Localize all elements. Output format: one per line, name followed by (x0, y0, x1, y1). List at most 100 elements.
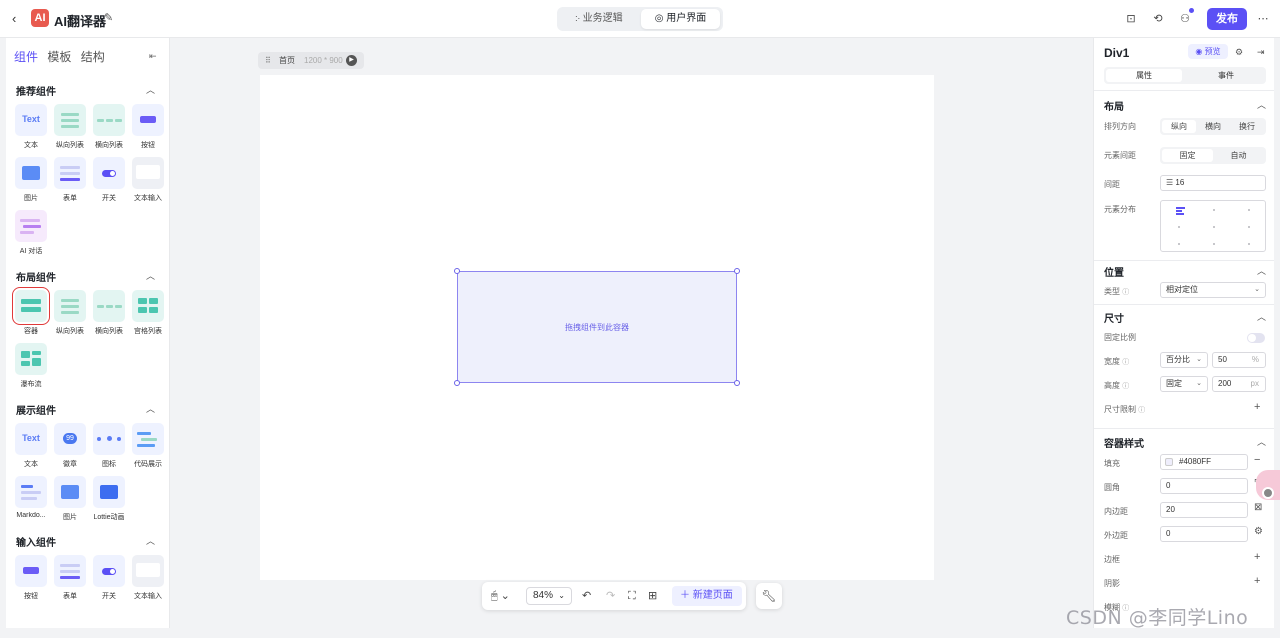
component-switch[interactable]: 开关 (91, 157, 127, 203)
fixed-ratio-switch[interactable] (1247, 333, 1265, 343)
mouse-mode-icon[interactable]: 🖱︎ ⌄ (491, 588, 510, 604)
chevron-up-icon[interactable]: ︿ (1257, 264, 1266, 277)
component-horizontal-list[interactable]: 横向列表 (91, 290, 127, 336)
padding-sides-icon[interactable]: ⊠ (1254, 502, 1262, 513)
add-size-limit-icon[interactable]: + (1254, 401, 1260, 413)
play-icon[interactable]: ▶ (346, 55, 357, 66)
width-value: 50 (1218, 355, 1227, 364)
width-mode-select[interactable]: 百分比 ⌄ (1160, 352, 1208, 368)
width-input[interactable]: 50% (1212, 352, 1266, 368)
gap-input[interactable]: ☰ 16 (1160, 175, 1266, 191)
component-waterfall[interactable]: 瀑布流 (13, 343, 49, 389)
chevron-up-icon[interactable]: ︿ (146, 83, 155, 96)
wrench-icon[interactable]: 🔧︎ (756, 583, 782, 609)
preview-button[interactable]: ◉ 预览 (1188, 44, 1228, 59)
chevron-up-icon[interactable]: ︿ (1257, 310, 1266, 323)
tab-business-logic[interactable]: ჻ 业务逻辑 (560, 9, 638, 29)
align-top-left-icon[interactable] (1176, 207, 1185, 215)
direction-wrap[interactable]: 换行 (1230, 120, 1264, 133)
component-label: 图标 (102, 461, 116, 468)
user-icon[interactable]: ⚇ (1177, 11, 1193, 27)
component-vertical-list[interactable]: 纵向列表 (52, 104, 88, 150)
remove-fill-icon[interactable]: − (1254, 454, 1260, 466)
save-icon[interactable]: ⊡ (1123, 11, 1139, 27)
redo-icon[interactable]: ↷ (606, 588, 615, 604)
component-text[interactable]: Text 文本 (13, 104, 49, 150)
grid-icon[interactable]: ⊞ (648, 588, 657, 604)
color-swatch[interactable] (1165, 458, 1173, 466)
history-icon[interactable]: ⟲ (1150, 11, 1166, 27)
back-icon[interactable]: ‹ (12, 11, 16, 26)
settings-icon[interactable]: ⚙ (1235, 47, 1243, 58)
direction-horizontal[interactable]: 横向 (1196, 120, 1230, 133)
tab-components[interactable]: 组件 (14, 48, 38, 65)
spacing-auto[interactable]: 自动 (1213, 149, 1264, 162)
drag-handle-icon[interactable]: ⠿ (265, 52, 271, 69)
component-markdown[interactable]: Markdo... (13, 476, 49, 519)
component-text-input[interactable]: 文本输入 (130, 555, 166, 601)
padding-input[interactable]: 20 (1160, 502, 1248, 518)
view-switcher: ჻ 业务逻辑 ◎ 用户界面 (557, 7, 723, 31)
component-code-display[interactable]: 代码展示 (130, 423, 166, 469)
tab-user-interface[interactable]: ◎ 用户界面 (641, 9, 720, 29)
add-border-icon[interactable]: + (1254, 551, 1260, 563)
collapse-panel-icon[interactable]: ⇤ (149, 51, 157, 62)
fill-input[interactable]: #4080FF (1160, 454, 1248, 470)
tab-structure[interactable]: 结构 (81, 48, 105, 65)
tab-properties[interactable]: 属性 (1106, 69, 1182, 82)
component-icon[interactable]: 图标 (91, 423, 127, 469)
radius-input[interactable]: 0 (1160, 478, 1248, 494)
margin-sides-icon[interactable]: ⚙ (1254, 526, 1263, 537)
publish-button[interactable]: 发布 (1207, 8, 1247, 30)
direction-vertical[interactable]: 纵向 (1162, 120, 1196, 133)
component-container[interactable]: 容器 (12, 287, 50, 336)
height-mode-select[interactable]: 固定 ⌄ (1160, 376, 1208, 392)
assistant-float-widget[interactable] (1256, 470, 1280, 500)
resize-handle[interactable] (454, 268, 460, 274)
component-label: Lottie动画 (93, 514, 125, 521)
edit-title-icon[interactable]: ✎ (104, 11, 113, 24)
page-chip[interactable]: ⠿ 首页 1200 * 900 ▶ (258, 52, 364, 69)
position-type-select[interactable]: 相对定位 ⌄ (1160, 282, 1266, 298)
margin-input[interactable]: 0 (1160, 526, 1248, 542)
tab-templates[interactable]: 模板 (47, 48, 71, 65)
chevron-up-icon[interactable]: ︿ (146, 269, 155, 282)
component-vertical-list[interactable]: 纵向列表 (52, 290, 88, 336)
component-image[interactable]: 图片 (13, 157, 49, 203)
component-form[interactable]: 表单 (52, 555, 88, 601)
section-title-input: 输入组件 (16, 538, 56, 549)
chevron-up-icon[interactable]: ︿ (1257, 435, 1266, 448)
tab-events[interactable]: 事件 (1188, 69, 1264, 82)
zoom-select[interactable]: 84% ⌄ (526, 587, 572, 605)
chevron-up-icon[interactable]: ︿ (1257, 98, 1266, 111)
gap-value: 16 (1175, 178, 1185, 187)
spacing-fixed[interactable]: 固定 (1162, 149, 1213, 162)
chevron-up-icon[interactable]: ︿ (146, 402, 155, 415)
new-page-button[interactable]: ＋ 新建页面 (672, 586, 742, 606)
fit-screen-icon[interactable]: ⛶ (628, 588, 636, 604)
component-image[interactable]: 图片 (52, 476, 88, 522)
component-button[interactable]: 按钮 (130, 104, 166, 150)
component-ai-chat[interactable]: AI 对话 (13, 210, 49, 256)
more-icon[interactable]: ⋯ (1255, 11, 1271, 27)
resize-handle[interactable] (734, 380, 740, 386)
component-label: 纵向列表 (56, 328, 84, 335)
component-switch[interactable]: 开关 (91, 555, 127, 601)
component-text-input[interactable]: 文本输入 (130, 157, 166, 203)
undo-icon[interactable]: ↶ (582, 588, 591, 604)
component-grid-list[interactable]: 宫格列表 (130, 290, 166, 336)
component-button[interactable]: 按钮 (13, 555, 49, 601)
selected-container-div1[interactable]: 拖拽组件到此容器 (457, 271, 737, 383)
resize-handle[interactable] (734, 268, 740, 274)
component-lottie[interactable]: Lottie动画 (91, 476, 127, 522)
collapse-right-icon[interactable]: ⇥ (1257, 47, 1265, 58)
component-horizontal-list[interactable]: 横向列表 (91, 104, 127, 150)
component-text[interactable]: Text 文本 (13, 423, 49, 469)
add-shadow-icon[interactable]: + (1254, 575, 1260, 587)
component-badge[interactable]: 99 徽章 (52, 423, 88, 469)
resize-handle[interactable] (454, 380, 460, 386)
chevron-up-icon[interactable]: ︿ (146, 534, 155, 547)
distribution-grid[interactable] (1160, 200, 1266, 252)
height-input[interactable]: 200 px (1212, 376, 1266, 392)
component-form[interactable]: 表单 (52, 157, 88, 203)
